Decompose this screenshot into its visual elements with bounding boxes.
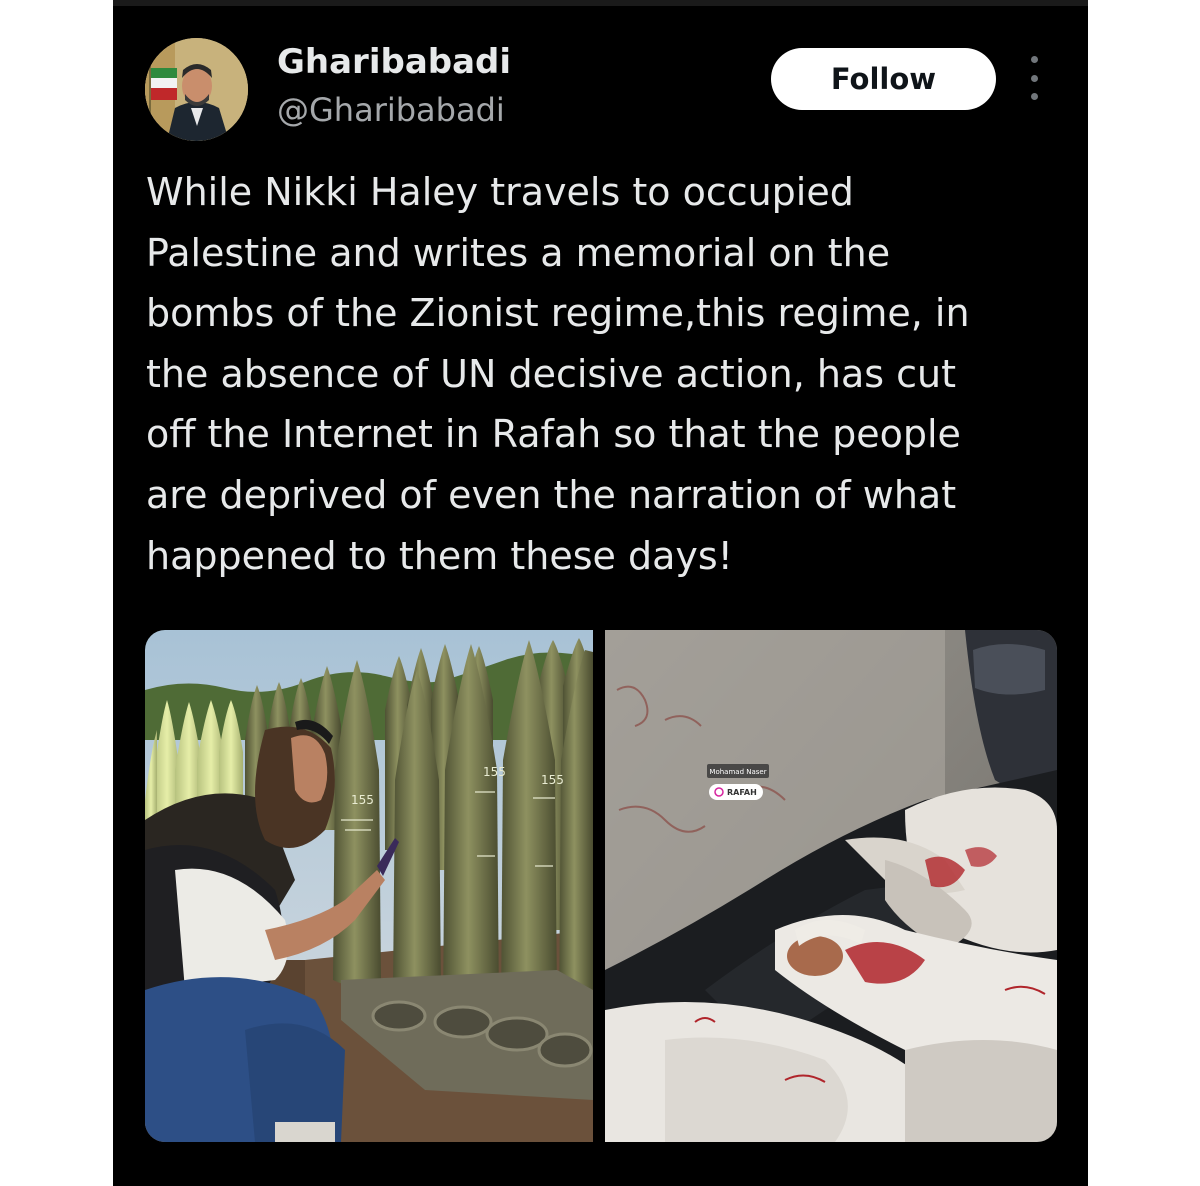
avatar[interactable] bbox=[145, 38, 248, 141]
follow-button[interactable]: Follow bbox=[771, 48, 996, 110]
author-display-name[interactable]: Gharibabadi bbox=[277, 40, 511, 84]
avatar-image bbox=[145, 38, 248, 141]
right-photo: Mohamad Naser RAFAH bbox=[605, 630, 1057, 1142]
sticker-user: Mohamad Naser bbox=[709, 768, 766, 776]
divider bbox=[113, 0, 1088, 6]
author-handle[interactable]: @Gharibabadi bbox=[277, 88, 505, 132]
sticker-location: RAFAH bbox=[727, 788, 757, 797]
dot bbox=[1030, 74, 1038, 82]
tweet-card: Gharibabadi @Gharibabadi Follow While Ni… bbox=[113, 0, 1088, 1186]
dot bbox=[1030, 56, 1038, 63]
dot bbox=[1030, 93, 1038, 100]
tweet-media[interactable]: 155 155 155 Mohamad Naser RAFAH bbox=[145, 630, 1057, 1142]
left-photo: 155 155 155 bbox=[145, 630, 593, 1142]
shell-marking: 155 bbox=[541, 773, 564, 787]
more-vertical-icon[interactable] bbox=[1023, 56, 1045, 100]
shell-marking: 155 bbox=[483, 765, 506, 779]
tweet-text: While Nikki Haley travels to occupied Pa… bbox=[146, 170, 970, 578]
shell-marking: 155 bbox=[351, 793, 374, 807]
